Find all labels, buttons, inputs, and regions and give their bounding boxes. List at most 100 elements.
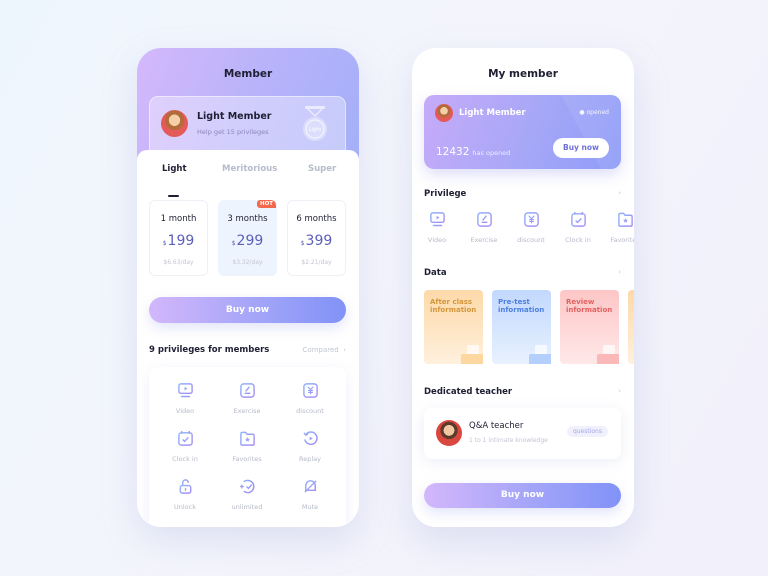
privilege-clock-in[interactable]: Clock in bbox=[155, 430, 215, 463]
clock-in-icon bbox=[177, 430, 193, 446]
favorites-icon bbox=[617, 212, 633, 227]
privilege-favorites[interactable]: Favorites bbox=[601, 211, 634, 244]
page-title: Member bbox=[223, 68, 273, 80]
plan-per-day: $3.32/day bbox=[232, 259, 263, 266]
privilege-label: Exercise bbox=[470, 236, 498, 244]
plan-1-month[interactable]: 1 month $199 $6.63/day bbox=[149, 200, 208, 276]
hot-badge: HOT bbox=[256, 200, 276, 208]
unlimited-icon bbox=[239, 479, 255, 494]
privilege-label: Replay bbox=[299, 455, 321, 463]
privilege-more-chevron[interactable]: › bbox=[618, 189, 621, 197]
privilege-label: Video bbox=[175, 407, 195, 415]
teacher-name: Q&A teacher bbox=[469, 421, 524, 431]
plan-per-day: $6.63/day bbox=[163, 259, 194, 266]
teacher-more-chevron[interactable]: › bbox=[618, 387, 621, 395]
privilege-favorites[interactable]: Favorites bbox=[217, 430, 277, 463]
privilege-video[interactable]: Video bbox=[155, 382, 215, 415]
privilege-label: Exercise bbox=[233, 407, 261, 415]
privilege-discount[interactable]: discount bbox=[507, 211, 555, 244]
unlock-icon bbox=[179, 479, 191, 494]
opened-count: 12432 has opened bbox=[436, 146, 511, 158]
member-subtitle: Help get 15 privileges bbox=[197, 128, 269, 136]
discount-icon bbox=[302, 383, 318, 398]
data-card-partial[interactable] bbox=[628, 290, 634, 364]
plan-duration: 1 month bbox=[160, 214, 197, 224]
tier-tabs: Light Meritorious Super bbox=[137, 164, 359, 197]
compared-link[interactable]: Compared › bbox=[303, 346, 346, 354]
privilege-label: Favorites bbox=[232, 455, 262, 463]
exercise-icon bbox=[476, 212, 492, 227]
teacher-avatar bbox=[436, 420, 462, 446]
card-buy-now-button[interactable]: Buy now bbox=[553, 138, 609, 158]
privilege-discount[interactable]: discount bbox=[280, 382, 340, 415]
folder-icon bbox=[529, 345, 551, 364]
questions-tag[interactable]: questions bbox=[566, 426, 608, 437]
avatar bbox=[435, 104, 453, 122]
active-tab-indicator bbox=[168, 195, 179, 197]
medal-label: Light bbox=[309, 127, 322, 133]
privilege-label: Clock in bbox=[565, 236, 591, 244]
privileges-title: 9 privileges for members bbox=[149, 345, 270, 355]
teacher-subtitle: 1 to 1 intimate knowledge bbox=[469, 437, 548, 444]
folder-icon bbox=[461, 345, 483, 364]
buy-now-button[interactable]: Buy now bbox=[424, 483, 621, 508]
data-title: Data bbox=[424, 268, 447, 278]
mute-icon bbox=[303, 480, 317, 493]
my-member-card: Light Member ● opened 12432 has opened Bu… bbox=[424, 95, 621, 169]
privilege-label: Video bbox=[427, 236, 447, 244]
privilege-clock-in[interactable]: Clock in bbox=[554, 211, 602, 244]
privilege-exercise[interactable]: Exercise bbox=[217, 382, 277, 415]
data-card-after-class[interactable]: After class information bbox=[424, 290, 483, 364]
video-icon bbox=[429, 212, 445, 227]
privilege-title: Privilege bbox=[424, 189, 467, 199]
my-member-screen: My member Light Member ● opened 12432 has… bbox=[412, 48, 634, 527]
avatar bbox=[161, 110, 188, 137]
privilege-label: discount bbox=[517, 236, 545, 244]
data-card-pre-test[interactable]: Pre-test information bbox=[492, 290, 551, 364]
plan-price: $199 bbox=[162, 233, 195, 249]
privilege-replay[interactable]: Replay bbox=[280, 430, 340, 463]
plan-6-months[interactable]: 6 months $399 $2.21/day bbox=[287, 200, 346, 276]
check-circle-icon: ● bbox=[579, 109, 585, 116]
folder-icon bbox=[597, 345, 619, 364]
member-card: Light Member Help get 15 privileges Ligh… bbox=[149, 96, 346, 158]
member-name: Light Member bbox=[459, 108, 526, 118]
plan-per-day: $2.21/day bbox=[301, 259, 332, 266]
plan-price: $399 bbox=[300, 233, 333, 249]
clock-in-icon bbox=[570, 211, 586, 227]
privilege-exercise[interactable]: Exercise bbox=[460, 211, 508, 244]
tab-super[interactable]: Super bbox=[308, 164, 336, 174]
data-card-review[interactable]: Review information bbox=[560, 290, 619, 364]
member-name: Light Member bbox=[197, 111, 272, 122]
plan-duration: 3 months bbox=[227, 214, 268, 224]
plan-3-months[interactable]: HOT 3 months $299 $3.32/day bbox=[218, 200, 277, 276]
privilege-unlock[interactable]: Unlock bbox=[155, 478, 215, 511]
plan-duration: 6 months bbox=[296, 214, 337, 224]
privilege-video[interactable]: Video bbox=[413, 211, 461, 244]
privilege-mute[interactable]: Mute bbox=[280, 478, 340, 511]
video-icon bbox=[177, 383, 193, 398]
privilege-label: discount bbox=[296, 407, 324, 415]
privilege-label: unlimited bbox=[231, 503, 263, 511]
member-screen: Member Light Member Help get 15 privileg… bbox=[137, 48, 359, 527]
replay-icon bbox=[302, 431, 318, 446]
tab-meritorious[interactable]: Meritorious bbox=[222, 164, 277, 174]
teacher-title: Dedicated teacher bbox=[424, 387, 513, 397]
favorites-icon bbox=[239, 431, 255, 446]
data-more-chevron[interactable]: › bbox=[618, 268, 621, 276]
medal-icon: Light bbox=[303, 106, 327, 141]
exercise-icon bbox=[239, 383, 255, 398]
page-title: My member bbox=[488, 68, 558, 80]
privilege-label: Mute bbox=[301, 503, 319, 511]
teacher-card[interactable]: Q&A teacher 1 to 1 intimate knowledge qu… bbox=[424, 408, 621, 459]
privilege-unlimited[interactable]: unlimited bbox=[217, 478, 277, 511]
tab-light[interactable]: Light bbox=[162, 164, 187, 174]
member-status: ● opened bbox=[579, 109, 609, 116]
privilege-label: Favorites bbox=[610, 236, 634, 244]
privileges-grid: Video Exercise discount Clock in Favorit… bbox=[149, 367, 346, 527]
buy-now-button[interactable]: Buy now bbox=[149, 297, 346, 323]
privilege-label: Clock in bbox=[172, 455, 198, 463]
discount-icon bbox=[523, 212, 539, 227]
privilege-label: Unlock bbox=[174, 503, 196, 511]
plan-price: $299 bbox=[231, 233, 264, 249]
